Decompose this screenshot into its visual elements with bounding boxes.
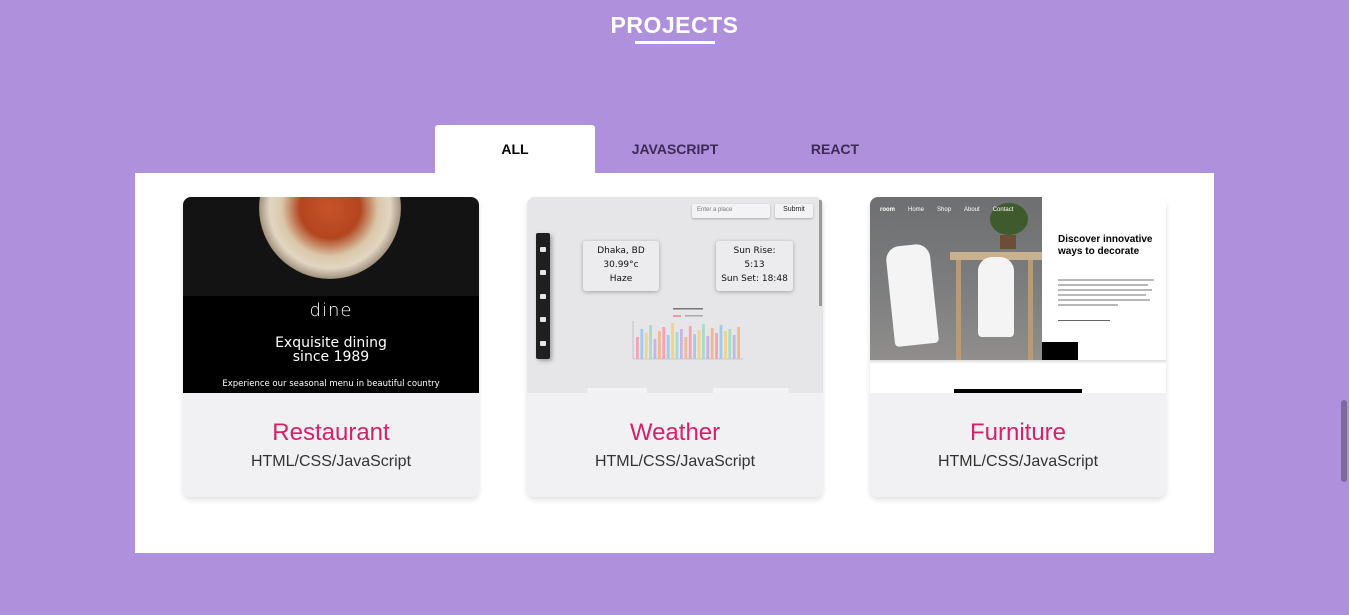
preview-chart-bar [706,336,710,359]
preview-chart-bar [737,327,740,359]
preview-chart-bar [710,328,714,359]
project-filter-tabs: ALL JAVASCRIPT REACT [435,125,915,173]
menu-icon [540,247,546,252]
preview-sidebar [536,233,550,359]
preview-chart-bar [671,323,674,359]
furniture-photo: room Home Shop About Contact [870,197,1042,360]
tab-all[interactable]: ALL [435,125,595,173]
preview-submit-button: Submit [775,204,813,218]
project-card-weather[interactable]: Enter a place Submit Dhaka, BD 30.99°c H… [527,197,823,497]
preview-chart-bar [662,327,666,359]
preview-sun-box: Sun Rise: 5:13 Sun Set: 18:48 [716,241,793,291]
preview-bar-chart [632,308,743,360]
preview-chart-bar [636,337,639,359]
slider-controls [1042,342,1078,360]
project-card-furniture[interactable]: room Home Shop About Contact Discover in… [870,197,1166,497]
project-tech: HTML/CSS/JavaScript [594,453,756,470]
preview-headline: Exquisite dining since 1989 [275,335,387,365]
preview-chart-bar [697,330,701,359]
settings-icon [540,341,546,346]
preview-headline: Discover innovative ways to decorate [1058,234,1153,257]
preview-chart-bar [680,329,683,359]
weather-icon [540,294,546,299]
preview-chart-bar [675,332,679,359]
furniture-preview-image: room Home Shop About Contact Discover in… [870,197,1166,393]
project-name: Restaurant [272,419,390,446]
project-tech: HTML/CSS/JavaScript [250,453,412,470]
preview-chart-bar [666,335,670,359]
food-plate-image [259,197,401,279]
tab-javascript[interactable]: JAVASCRIPT [595,125,755,173]
preview-chart-bar [715,333,718,359]
project-name: Weather [629,419,721,446]
preview-chart-bar [658,331,661,359]
preview-chart-bar [649,325,652,359]
title-underline [635,41,715,44]
preview-nav: room Home Shop About Contact [880,207,1014,213]
preview-chart-bar [702,324,705,359]
preview-chart-bar [653,339,657,359]
restaurant-preview-image: dine Exquisite dining since 1989 Experie… [183,197,479,393]
document-icon [540,317,546,322]
preview-chart-bar [688,326,692,359]
preview-location-box: Dhaka, BD 30.99°c Haze [583,241,659,291]
project-card-restaurant[interactable]: dine Exquisite dining since 1989 Experie… [183,197,479,497]
preview-chart-bar [728,329,732,359]
tab-react[interactable]: REACT [755,125,915,173]
preview-chart-bar [693,334,696,359]
weather-preview-image: Enter a place Submit Dhaka, BD 30.99°c H… [527,197,823,393]
preview-chart-bar [684,337,688,359]
preview-chart-bar [640,329,644,359]
preview-search-input: Enter a place [692,204,770,218]
preview-chart-bar [719,325,723,359]
preview-chart-bar [644,333,648,359]
project-name: Furniture [969,419,1067,446]
projects-panel: dine Exquisite dining since 1989 Experie… [135,173,1214,553]
project-tech: HTML/CSS/JavaScript [937,453,1099,470]
section-title: PROJECTS [610,12,739,38]
preview-logo: dine [309,300,353,321]
preview-subtext: Experience our seasonal menu in beautifu… [222,379,440,389]
home-icon [540,270,546,275]
preview-chart-bar [724,331,727,359]
preview-scrollbar [819,200,822,306]
chair-image [884,242,940,348]
page-scrollbar[interactable] [1341,400,1347,482]
preview-chart-bar [732,335,736,359]
